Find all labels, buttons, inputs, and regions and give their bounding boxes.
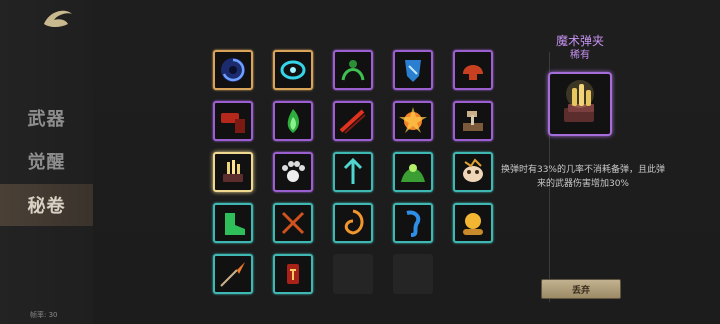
item-slot[interactable] bbox=[453, 152, 493, 192]
sidebar: 武器 觉醒 秘卷 帧率: 30 bbox=[0, 0, 93, 324]
item-slot[interactable] bbox=[213, 203, 253, 243]
fps-readout: 帧率: 30 bbox=[30, 311, 58, 319]
item-slot[interactable] bbox=[453, 50, 493, 90]
vortex-orb-icon bbox=[221, 58, 245, 82]
item-slot[interactable] bbox=[273, 101, 313, 141]
magic-magazine-icon bbox=[223, 160, 243, 182]
sidebar-item-weapons[interactable]: 武器 bbox=[0, 97, 93, 139]
cyan-trident-icon bbox=[343, 157, 363, 184]
magic-magazine-icon bbox=[564, 80, 594, 122]
red-hammer-icon bbox=[221, 113, 245, 133]
item-slot[interactable] bbox=[273, 152, 313, 192]
sidebar-item-label: 秘卷 bbox=[27, 196, 66, 217]
cyan-ring-icon bbox=[280, 60, 306, 80]
green-flame-icon bbox=[287, 109, 299, 133]
item-slot[interactable] bbox=[453, 101, 493, 141]
item-slot[interactable] bbox=[273, 203, 313, 243]
white-paw-icon bbox=[282, 161, 305, 182]
item-slot[interactable] bbox=[333, 50, 373, 90]
item-slot[interactable] bbox=[453, 203, 493, 243]
green-aura-icon bbox=[401, 164, 425, 182]
item-slot[interactable] bbox=[213, 101, 253, 141]
sidebar-item-label: 武器 bbox=[27, 109, 66, 130]
fire-burst-icon bbox=[399, 107, 427, 133]
green-boot-icon bbox=[225, 213, 245, 235]
game-logo-icon bbox=[44, 10, 72, 28]
crossed-swords-icon bbox=[281, 211, 305, 235]
item-slot[interactable] bbox=[273, 50, 313, 90]
mask-face-icon bbox=[463, 158, 483, 182]
orange-swirl-icon bbox=[344, 209, 364, 235]
item-slot[interactable] bbox=[213, 254, 253, 294]
item-slot[interactable] bbox=[273, 254, 313, 294]
red-helmet-icon bbox=[463, 65, 483, 80]
spear-tip-icon bbox=[220, 262, 245, 287]
item-slot[interactable] bbox=[333, 101, 373, 141]
blue-scroll-icon bbox=[406, 210, 421, 237]
item-slot[interactable] bbox=[213, 50, 253, 90]
anvil-hammer-icon bbox=[463, 111, 483, 131]
red-rune-icon bbox=[287, 264, 299, 284]
item-description: 换弹时有33%的几率不消耗备弹，且此弹 来的武器伤害增加30% bbox=[488, 163, 678, 191]
blue-shield-icon bbox=[405, 60, 421, 82]
item-slot[interactable] bbox=[393, 152, 433, 192]
scroll-collection-panel: 魔术弹夹 稀有 换弹时有33%的几率不消耗备弹，且此弹 来的武器伤害增加30% … bbox=[93, 0, 720, 324]
selected-item-icon bbox=[548, 72, 612, 136]
sidebar-item-awaken[interactable]: 觉醒 bbox=[0, 140, 93, 182]
item-slot[interactable] bbox=[393, 101, 433, 141]
empty-slot bbox=[393, 254, 433, 294]
item-slot[interactable] bbox=[393, 50, 433, 90]
gold-coin-pile-icon bbox=[463, 213, 483, 235]
description-line: 换弹时有33%的几率不消耗备弹，且此弹 bbox=[500, 165, 665, 175]
sidebar-item-scrolls[interactable]: 秘卷 bbox=[0, 184, 93, 226]
sidebar-item-label: 觉醒 bbox=[27, 152, 66, 173]
red-blade-icon bbox=[339, 109, 366, 134]
item-rarity: 稀有 bbox=[570, 50, 590, 61]
item-slot[interactable] bbox=[333, 152, 373, 192]
description-line: 来的武器伤害增加30% bbox=[536, 179, 629, 189]
empty-slot bbox=[333, 254, 373, 294]
item-slot[interactable] bbox=[393, 203, 433, 243]
item-slot[interactable] bbox=[333, 203, 373, 243]
green-figure-icon bbox=[341, 60, 365, 81]
item-slot[interactable] bbox=[213, 152, 253, 192]
discard-button[interactable]: 丢弃 bbox=[541, 279, 621, 299]
